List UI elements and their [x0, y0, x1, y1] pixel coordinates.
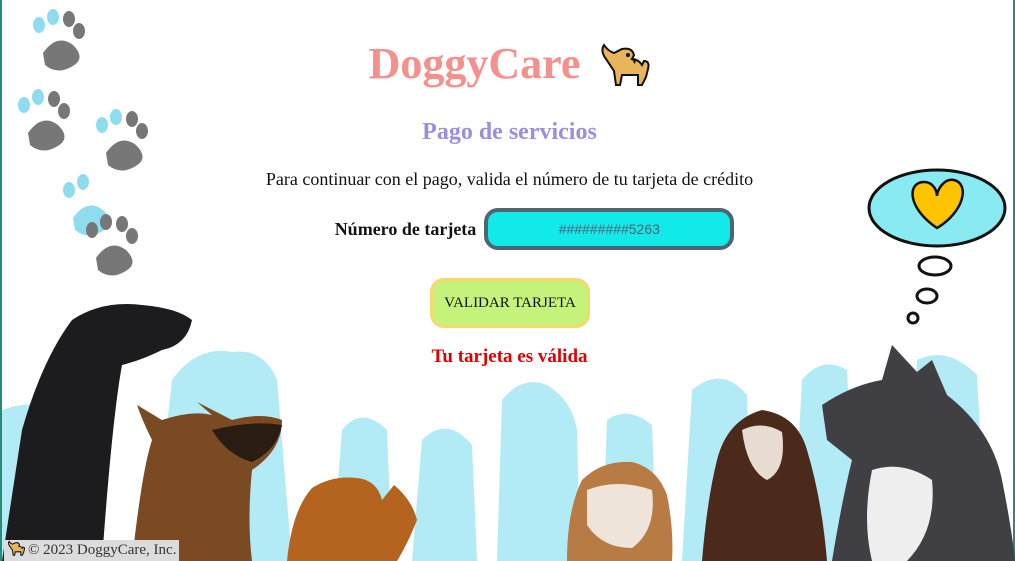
footer-text: © 2023 DoggyCare, Inc. — [28, 542, 177, 558]
dog-icon — [7, 540, 25, 561]
page-title: DoggyCare — [368, 39, 581, 88]
footer: © 2023 DoggyCare, Inc. — [4, 540, 180, 561]
instruction-text: Para continuar con el pago, valida el nú… — [265, 169, 754, 189]
validate-card-button[interactable]: VALIDAR TARJETA — [430, 278, 590, 328]
section-title: Pago de servicios — [422, 119, 597, 145]
page-header: DoggyCare — [2, 38, 1015, 89]
dog-icon — [598, 41, 650, 87]
card-form: Número de tarjeta — [2, 208, 1015, 250]
card-number-label: Número de tarjeta — [334, 218, 477, 239]
validation-result: Tu tarjeta es válida — [431, 346, 588, 367]
card-number-input[interactable] — [484, 208, 735, 250]
